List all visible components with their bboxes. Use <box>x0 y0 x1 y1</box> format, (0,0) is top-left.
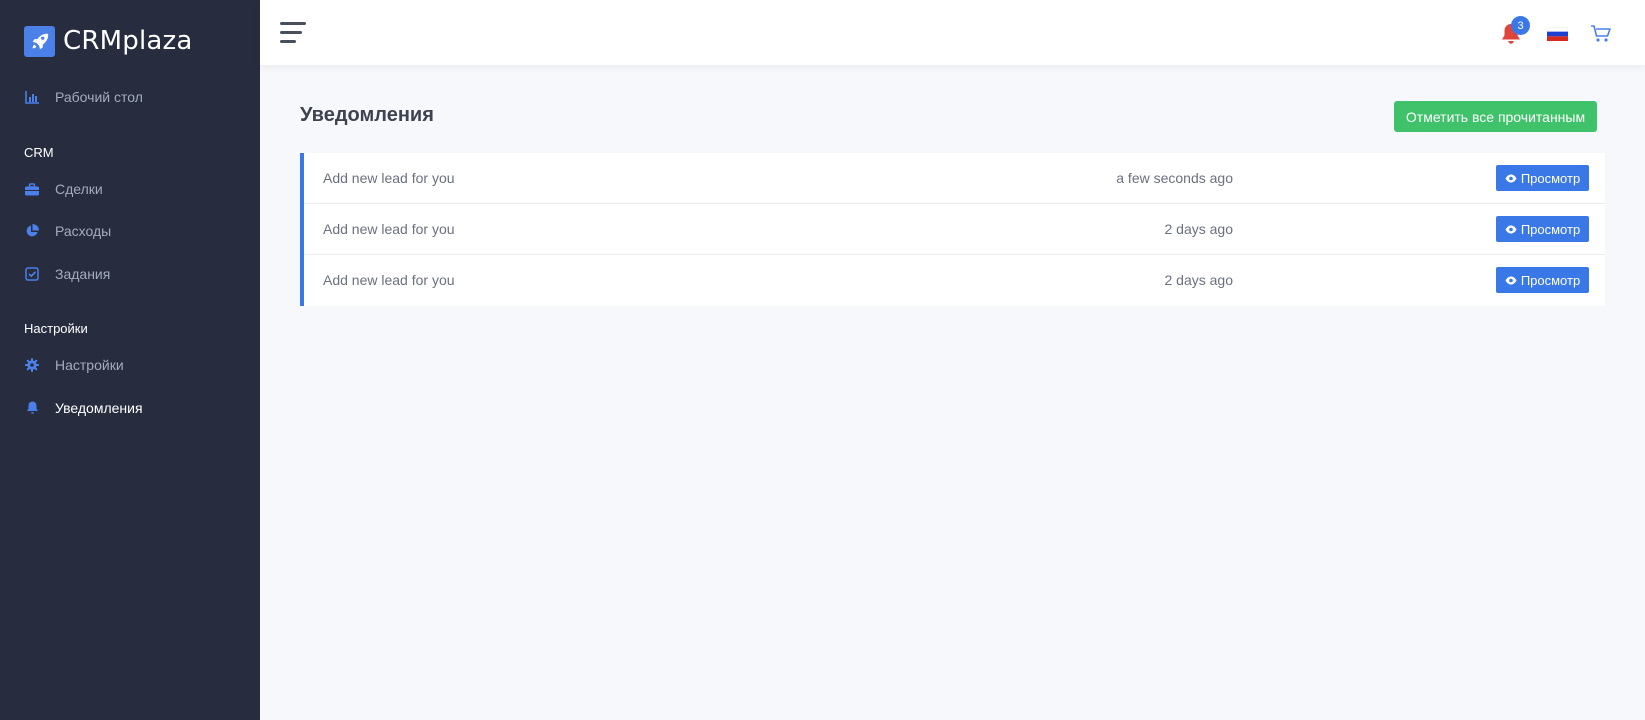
sidebar-item-label: Расходы <box>55 223 112 239</box>
sidebar-section-crm: CRM <box>24 145 54 160</box>
sidebar-item-label: Уведомления <box>55 400 143 416</box>
eye-icon <box>1505 225 1517 234</box>
sidebar-item-deals[interactable]: Сделки <box>24 177 103 201</box>
sidebar-section-settings: Настройки <box>24 321 88 336</box>
sidebar: CRMplaza Рабочий стол CRM Сделки Расходы… <box>0 0 260 720</box>
sidebar-item-notifications[interactable]: Уведомления <box>24 396 143 420</box>
notification-message: Add new lead for you <box>323 221 455 237</box>
notifications-list: Add new lead for you a few seconds ago П… <box>300 153 1605 306</box>
notification-count-badge: 3 <box>1511 16 1530 35</box>
bell-icon <box>24 400 40 416</box>
sidebar-item-label: Сделки <box>55 181 103 197</box>
cart-icon[interactable] <box>1590 24 1612 44</box>
page-title: Уведомления <box>300 104 434 126</box>
pie-chart-icon <box>24 223 40 239</box>
sidebar-item-label: Рабочий стол <box>55 89 143 105</box>
briefcase-icon <box>24 181 40 197</box>
view-button[interactable]: Просмотр <box>1496 216 1589 242</box>
gear-icon <box>24 357 40 373</box>
brand-name: CRMplaza <box>63 26 193 56</box>
view-button-label: Просмотр <box>1520 272 1581 288</box>
top-header: 3 <box>260 0 1645 65</box>
notification-message: Add new lead for you <box>323 170 455 186</box>
sidebar-item-expenses[interactable]: Расходы <box>24 219 111 243</box>
notification-time: 2 days ago <box>1164 272 1234 288</box>
notification-time: 2 days ago <box>1164 221 1234 237</box>
view-button-label: Просмотр <box>1520 170 1581 186</box>
eye-icon <box>1505 174 1517 183</box>
view-button[interactable]: Просмотр <box>1496 165 1589 191</box>
menu-toggle-icon[interactable] <box>280 22 306 44</box>
view-button-label: Просмотр <box>1520 221 1581 237</box>
checkbox-icon <box>24 266 40 282</box>
notification-message: Add new lead for you <box>323 272 455 288</box>
notification-row: Add new lead for you 2 days ago Просмотр <box>304 204 1605 255</box>
notification-row: Add new lead for you a few seconds ago П… <box>304 153 1605 204</box>
sidebar-item-label: Настройки <box>55 357 124 373</box>
sidebar-item-tasks[interactable]: Задания <box>24 262 110 286</box>
view-button[interactable]: Просмотр <box>1496 267 1589 293</box>
eye-icon <box>1505 276 1517 285</box>
brand[interactable]: CRMplaza <box>24 25 193 57</box>
mark-all-read-button[interactable]: Отметить все прочитанным <box>1394 101 1597 132</box>
notification-time: a few seconds ago <box>1116 170 1233 186</box>
language-flag-icon[interactable] <box>1546 26 1569 41</box>
rocket-icon <box>24 25 55 57</box>
sidebar-item-settings[interactable]: Настройки <box>24 353 124 377</box>
sidebar-item-label: Задания <box>55 266 111 282</box>
sidebar-item-dashboard[interactable]: Рабочий стол <box>24 85 143 109</box>
chart-icon <box>24 89 40 105</box>
notification-row: Add new lead for you 2 days ago Просмотр <box>304 255 1605 306</box>
